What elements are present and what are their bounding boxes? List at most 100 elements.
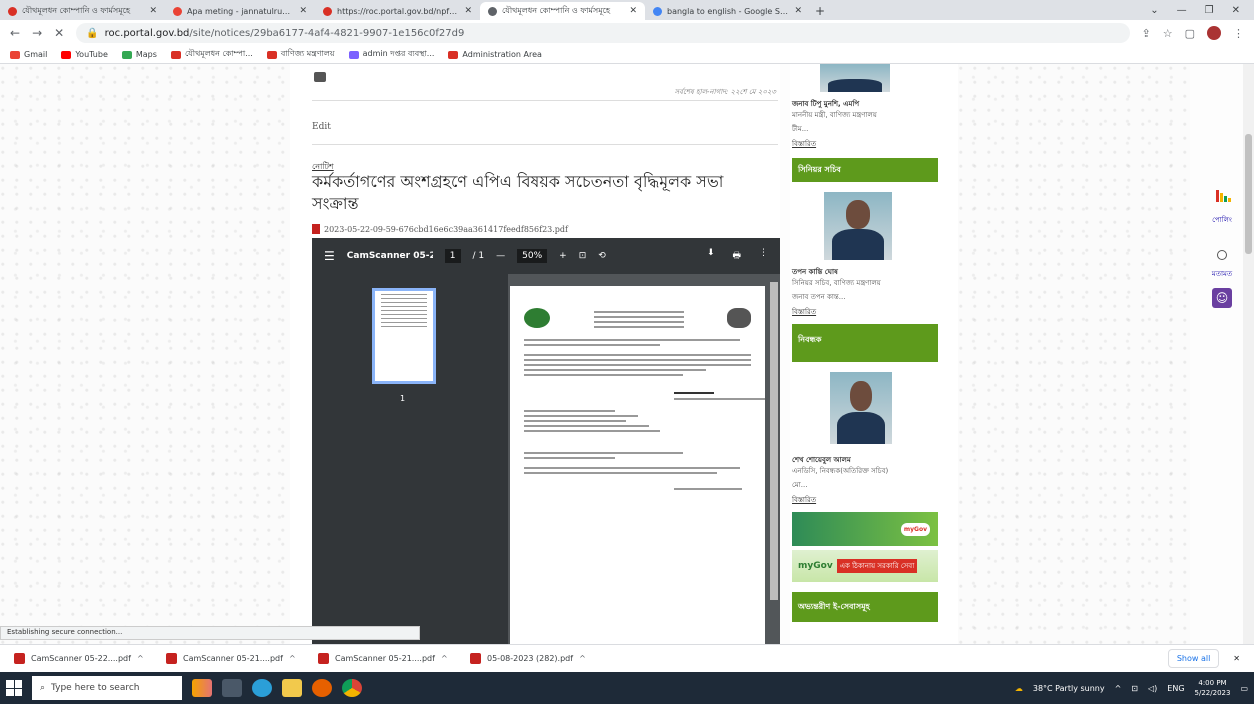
divider bbox=[312, 100, 778, 101]
tab-title: https://roc.portal.gov.bd/npfadn bbox=[337, 6, 460, 16]
print-icon[interactable] bbox=[314, 72, 326, 82]
weather-text[interactable]: 38°C Partly sunny bbox=[1033, 684, 1105, 693]
address-bar[interactable]: 🔒 roc.portal.gov.bd/site/notices/29ba617… bbox=[76, 23, 1130, 43]
bookmark-roc[interactable]: যৌথমূলধন কোম্পা... bbox=[170, 48, 253, 61]
task-view-icon[interactable] bbox=[222, 679, 242, 697]
lock-icon[interactable]: 🔒 bbox=[86, 28, 98, 39]
downloads-actions: Show all ✕ bbox=[1167, 649, 1240, 668]
close-tab-icon[interactable]: ✕ bbox=[149, 6, 157, 16]
tab-search-icon[interactable]: ⌄ bbox=[1150, 5, 1158, 16]
download-icon[interactable]: ⬇ bbox=[707, 248, 715, 264]
stop-loading-icon[interactable]: ✕ bbox=[54, 26, 64, 40]
accessibility-icon[interactable]: ☺ bbox=[1212, 288, 1232, 308]
zoom-out-button[interactable]: — bbox=[496, 251, 505, 261]
bookmark-commerce[interactable]: বাণিজ্য মন্ত্রণালয় bbox=[266, 48, 335, 61]
show-all-button[interactable]: Show all bbox=[1167, 649, 1220, 668]
notifications-icon[interactable]: ▭ bbox=[1240, 684, 1248, 693]
minimize-button[interactable]: — bbox=[1177, 5, 1187, 16]
edge-icon[interactable] bbox=[252, 679, 272, 697]
downloads-bar: CamScanner 05-22....pdf ^ CamScanner 05-2… bbox=[0, 644, 1254, 672]
close-tab-icon[interactable]: ✕ bbox=[464, 6, 472, 16]
bookmarks-bar: Gmail YouTube Maps যৌথমূলধন কোম্পা... বা… bbox=[0, 46, 1254, 64]
chevron-up-icon[interactable]: ^ bbox=[289, 654, 296, 663]
share-icon[interactable]: ⇪ bbox=[1142, 27, 1151, 40]
taskbar-search[interactable]: ⌕ Type here to search bbox=[32, 676, 182, 700]
file-explorer-icon[interactable] bbox=[282, 679, 302, 697]
edit-link[interactable]: Edit bbox=[312, 122, 331, 132]
poll-chart-icon[interactable] bbox=[1216, 190, 1231, 202]
close-downloads-icon[interactable]: ✕ bbox=[1233, 654, 1240, 663]
google-favicon-icon bbox=[653, 6, 662, 16]
download-item[interactable]: CamScanner 05-22....pdf ^ bbox=[14, 653, 154, 664]
status-bubble: Establishing secure connection... bbox=[0, 626, 420, 640]
back-arrow-icon[interactable]: ← bbox=[10, 26, 20, 40]
firefox-icon[interactable] bbox=[312, 679, 332, 697]
close-window-button[interactable]: ✕ bbox=[1232, 5, 1240, 16]
mygov-service-banner[interactable]: myGov এক ঠিকানায় সরকারি সেবা bbox=[792, 550, 938, 582]
browser-tab[interactable]: bangla to english - Google Sear ✕ bbox=[645, 2, 810, 20]
browser-tab-active[interactable]: যৌথমূলধন কোম্পানি ও ফার্মসমূহে ✕ bbox=[480, 2, 645, 20]
clock[interactable]: 4:00 PM 5/22/2023 bbox=[1195, 678, 1231, 698]
print-icon[interactable]: 🖶 bbox=[733, 248, 742, 264]
browser-tab[interactable]: যৌথমূলধন কোম্পানি ও ফার্মসমূহে ✕ bbox=[0, 2, 165, 20]
download-item[interactable]: 05-08-2023 (282).pdf ^ bbox=[470, 653, 610, 664]
chevron-up-icon[interactable]: ^ bbox=[579, 654, 586, 663]
tray-chevron-icon[interactable]: ^ bbox=[1115, 684, 1122, 693]
close-tab-icon[interactable]: ✕ bbox=[794, 6, 802, 16]
chrome-icon[interactable] bbox=[342, 679, 362, 697]
new-tab-button[interactable]: + bbox=[810, 2, 830, 20]
menu-kebab-icon[interactable]: ⋮ bbox=[1233, 27, 1244, 40]
feedback-icon[interactable] bbox=[1217, 250, 1227, 260]
menu-icon[interactable]: ☰ bbox=[324, 249, 335, 263]
browser-tab[interactable]: https://roc.portal.gov.bd/npfadn ✕ bbox=[315, 2, 480, 20]
zoom-level-input[interactable]: 50% bbox=[517, 249, 548, 263]
pdf-scrollbar[interactable] bbox=[770, 282, 778, 600]
download-filename: 05-08-2023 (282).pdf bbox=[487, 654, 574, 663]
download-item[interactable]: CamScanner 05-21....pdf ^ bbox=[166, 653, 306, 664]
download-item[interactable]: CamScanner 05-21....pdf ^ bbox=[318, 653, 458, 664]
browser-tab[interactable]: Apa meting - jannatulruma18@g ✕ bbox=[165, 2, 315, 20]
weather-icon[interactable]: ☁ bbox=[1015, 684, 1023, 693]
forward-arrow-icon[interactable]: → bbox=[32, 26, 42, 40]
windows-start-icon[interactable] bbox=[6, 680, 22, 696]
bookmark-admin[interactable]: admin দপ্তর ব্যবস্থা... bbox=[348, 48, 434, 61]
page-number-input[interactable]: 1 bbox=[444, 249, 461, 263]
scrollbar-thumb[interactable] bbox=[1245, 134, 1252, 254]
side-panel-icon[interactable]: ▢ bbox=[1185, 27, 1195, 40]
search-placeholder: Type here to search bbox=[51, 683, 140, 693]
details-link[interactable]: বিস্তারিত bbox=[792, 138, 816, 150]
pdf-attachment-link[interactable]: 2023-05-22-09-59-676cbd16e6c39aa361417fe… bbox=[312, 224, 568, 234]
network-icon[interactable]: ⊡ bbox=[1131, 684, 1138, 693]
bookmark-star-icon[interactable]: ☆ bbox=[1163, 27, 1173, 40]
chevron-up-icon[interactable]: ^ bbox=[137, 654, 144, 663]
more-options-icon[interactable]: ⋮ bbox=[759, 248, 768, 264]
page-scrollbar[interactable] bbox=[1243, 64, 1254, 644]
bookmark-administration[interactable]: Administration Area bbox=[448, 50, 542, 59]
mygov-banner[interactable]: myGov bbox=[792, 512, 938, 546]
tab-title: যৌথমূলধন কোম্পানি ও ফার্মসমূহে bbox=[502, 5, 611, 15]
close-tab-icon[interactable]: ✕ bbox=[299, 6, 307, 16]
bookmark-maps[interactable]: Maps bbox=[121, 50, 157, 59]
details-link[interactable]: বিস্তারিত bbox=[792, 494, 816, 506]
page-thumbnail[interactable] bbox=[372, 288, 436, 384]
chevron-up-icon[interactable]: ^ bbox=[441, 654, 448, 663]
browser-toolbar: ← → ✕ 🔒 roc.portal.gov.bd/site/notices/2… bbox=[0, 20, 1254, 46]
rotate-icon[interactable]: ⟲ bbox=[598, 251, 606, 261]
site-favicon-icon bbox=[8, 6, 17, 16]
details-link[interactable]: বিস্তারিত bbox=[792, 306, 816, 318]
fit-page-icon[interactable]: ⊡ bbox=[579, 251, 587, 261]
mygov-logo-icon: myGov bbox=[900, 522, 930, 536]
people-app-icon[interactable] bbox=[192, 679, 212, 697]
bookmark-gmail[interactable]: Gmail bbox=[10, 50, 47, 59]
bookmark-youtube[interactable]: YouTube bbox=[61, 50, 108, 59]
thumbnail-number: 1 bbox=[400, 394, 406, 403]
restore-button[interactable]: ❐ bbox=[1205, 5, 1214, 16]
close-tab-icon[interactable]: ✕ bbox=[629, 6, 637, 16]
profile-avatar[interactable] bbox=[1207, 26, 1221, 40]
zoom-in-button[interactable]: + bbox=[559, 251, 567, 261]
youtube-icon bbox=[61, 50, 72, 59]
bookmark-label: Gmail bbox=[24, 50, 48, 59]
volume-icon[interactable]: ◁) bbox=[1148, 684, 1157, 693]
language-indicator[interactable]: ENG bbox=[1167, 684, 1184, 693]
bookmark-label: YouTube bbox=[75, 50, 108, 59]
